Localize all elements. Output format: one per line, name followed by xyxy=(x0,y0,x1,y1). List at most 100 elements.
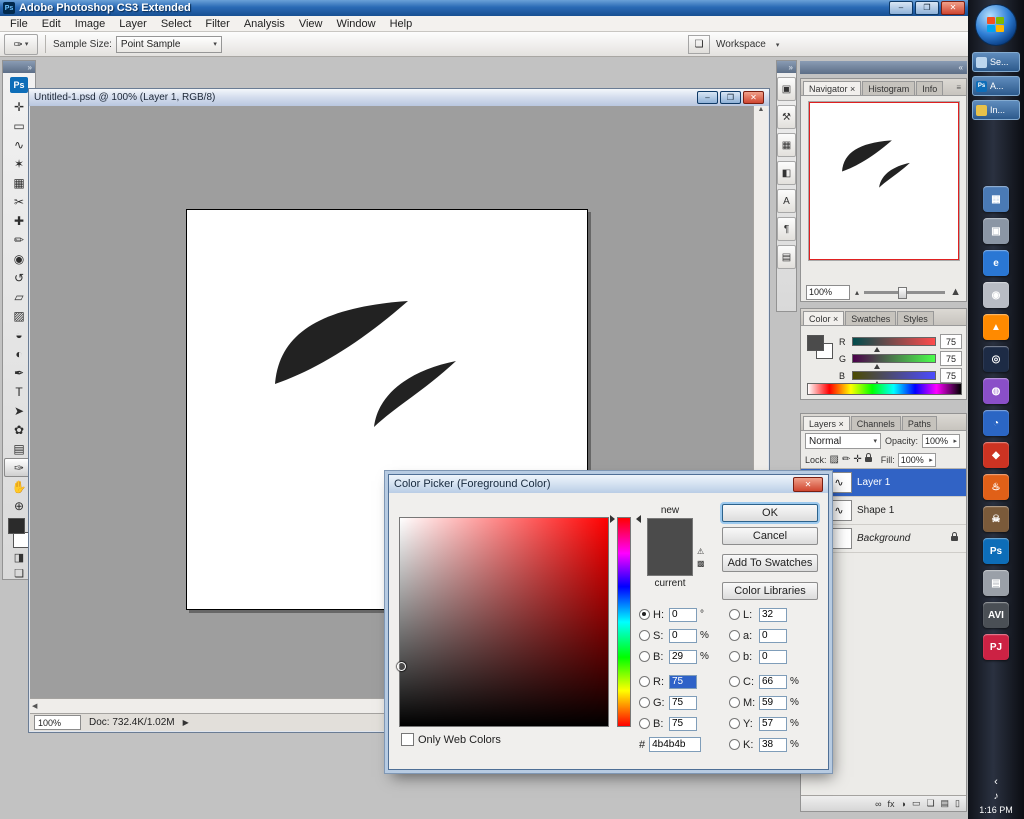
value-input[interactable] xyxy=(759,696,787,710)
cancel-button[interactable]: Cancel xyxy=(722,527,818,545)
panel-tab[interactable]: Layers × xyxy=(803,416,850,430)
value-input[interactable] xyxy=(759,675,787,689)
channel-value[interactable]: 75 xyxy=(940,368,962,383)
hue-slider-left-arrow[interactable] xyxy=(610,515,619,523)
clock[interactable]: 1:16 PM xyxy=(979,805,1013,815)
radio-button[interactable] xyxy=(639,630,650,641)
dialog-titlebar[interactable]: Color Picker (Foreground Color) ✕ xyxy=(389,475,828,493)
only-web-colors-checkbox[interactable] xyxy=(401,733,414,746)
layer-thumbnail[interactable]: ∿ xyxy=(826,500,852,521)
radio-button[interactable] xyxy=(729,697,740,708)
color-field-marker[interactable] xyxy=(397,662,406,671)
layer-name[interactable]: Layer 1 xyxy=(857,477,890,488)
window-app-icon[interactable]: ▦ xyxy=(983,186,1009,212)
layer-thumbnail[interactable] xyxy=(826,528,852,549)
minimize-button[interactable]: – xyxy=(889,1,913,15)
dock-strip-header[interactable]: » xyxy=(777,61,796,73)
scroll-left-icon[interactable]: ◀ xyxy=(32,702,37,710)
radio-button[interactable] xyxy=(639,651,650,662)
close-button[interactable]: ✕ xyxy=(941,1,965,15)
start-button[interactable] xyxy=(975,4,1017,46)
layer-style-icon[interactable]: fx xyxy=(887,799,894,809)
panel-tab[interactable]: Histogram xyxy=(862,81,915,95)
hue-slider[interactable] xyxy=(617,517,631,727)
right-dock-header[interactable]: « xyxy=(800,61,967,74)
layer-thumbnail[interactable]: ∿ xyxy=(826,472,852,493)
lock-all-icon[interactable] xyxy=(865,457,872,462)
value-input[interactable] xyxy=(669,650,697,664)
histogram-panel-icon[interactable]: ▦ xyxy=(777,133,796,157)
doc-minimize-button[interactable]: – xyxy=(697,91,718,104)
color-spectrum-ramp[interactable] xyxy=(807,383,962,395)
tools-dock-header[interactable]: » xyxy=(3,61,35,73)
radio-button[interactable] xyxy=(729,718,740,729)
lock-position-icon[interactable]: ✛ xyxy=(853,454,861,465)
channel-slider[interactable] xyxy=(852,371,936,380)
media-player-icon[interactable]: ◍ xyxy=(983,378,1009,404)
photoshop-taskbar-icon[interactable]: Ps xyxy=(983,538,1009,564)
gamut-swatch-icon[interactable]: ▩ xyxy=(697,559,705,568)
foreground-color-swatch[interactable] xyxy=(807,335,824,351)
radio-button[interactable] xyxy=(639,676,650,687)
panel-menu-icon[interactable]: ≡ xyxy=(956,83,963,95)
radio-button[interactable] xyxy=(729,676,740,687)
status-menu-arrow[interactable]: ▶ xyxy=(183,718,189,727)
opacity-field[interactable]: 100% ▸ xyxy=(922,434,960,448)
chevron-icon[interactable]: ‹ xyxy=(994,776,998,788)
channel-slider[interactable] xyxy=(852,354,936,363)
navigator-view-rectangle[interactable] xyxy=(809,102,959,260)
taskbar-window-button[interactable]: In... xyxy=(972,100,1020,120)
avi-file-icon[interactable]: AVI xyxy=(983,602,1009,628)
info-panel-icon[interactable]: ▤ xyxy=(777,245,796,269)
new-layer-icon[interactable]: ▤ xyxy=(941,798,950,809)
layer-mask-icon[interactable]: ▭ xyxy=(912,798,921,809)
gamut-warning-icon[interactable]: ⚠ xyxy=(697,547,705,556)
document-titlebar[interactable]: Untitled-1.psd @ 100% (Layer 1, RGB/8) –… xyxy=(29,89,769,106)
dvd-drive-icon[interactable]: ◉ xyxy=(983,282,1009,308)
scroll-up-icon[interactable]: ▲ xyxy=(758,106,765,113)
doc-maximize-button[interactable]: ❐ xyxy=(720,91,741,104)
value-input[interactable] xyxy=(669,717,697,731)
lock-pixels-icon[interactable]: ✏ xyxy=(842,454,850,465)
dialog-close-button[interactable]: ✕ xyxy=(793,477,823,492)
navigator-zoom-field[interactable]: 100% xyxy=(806,285,850,300)
menu-item[interactable]: Filter xyxy=(198,18,236,30)
menu-item[interactable]: Window xyxy=(329,18,382,30)
radio-button[interactable] xyxy=(729,739,740,750)
add-to-swatches-button[interactable]: Add To Swatches xyxy=(722,554,818,572)
hue-slider-right-arrow[interactable] xyxy=(632,515,641,523)
red-app-icon[interactable]: ◆ xyxy=(983,442,1009,468)
radio-button[interactable] xyxy=(639,609,650,620)
panel-tab[interactable]: Paths xyxy=(902,416,937,430)
new-group-icon[interactable]: ❏ xyxy=(926,798,934,809)
my-computer-icon[interactable]: ▣ xyxy=(983,218,1009,244)
value-input[interactable] xyxy=(759,629,787,643)
value-input[interactable] xyxy=(669,608,697,622)
panel-tab[interactable]: Info xyxy=(916,81,943,95)
layer-name[interactable]: Background xyxy=(857,533,910,544)
workspace-button[interactable]: Workspace xyxy=(716,39,766,50)
value-input[interactable] xyxy=(759,650,787,664)
zoom-in-icon[interactable]: ▲ xyxy=(950,286,961,298)
game-skull-icon[interactable]: ☠ xyxy=(983,506,1009,532)
emulator-icon[interactable]: PJ xyxy=(983,634,1009,660)
hex-input[interactable] xyxy=(649,737,701,752)
menu-item[interactable]: View xyxy=(292,18,330,30)
channel-value[interactable]: 75 xyxy=(940,334,962,349)
adjustment-layer-icon[interactable]: ◑ xyxy=(901,799,906,809)
panel-tab[interactable]: Styles xyxy=(897,311,934,325)
tool-presets-icon[interactable]: ⚒ xyxy=(777,105,796,129)
doc-close-button[interactable]: ✕ xyxy=(743,91,764,104)
menu-item[interactable]: File xyxy=(3,18,35,30)
blue-globe-icon[interactable]: ◔ xyxy=(983,410,1009,436)
menu-item[interactable]: Analysis xyxy=(237,18,292,30)
fill-field[interactable]: 100% ▸ xyxy=(898,453,936,467)
menu-item[interactable]: Help xyxy=(383,18,420,30)
character-panel-icon[interactable]: A xyxy=(777,189,796,213)
color-libraries-button[interactable]: Color Libraries xyxy=(722,582,818,600)
menu-item[interactable]: Edit xyxy=(35,18,68,30)
palette-well-icon[interactable]: ❏ xyxy=(688,35,710,54)
value-input[interactable] xyxy=(759,717,787,731)
actions-panel-icon[interactable]: ▣ xyxy=(777,77,796,101)
zoom-level-field[interactable]: 100% xyxy=(34,715,81,730)
